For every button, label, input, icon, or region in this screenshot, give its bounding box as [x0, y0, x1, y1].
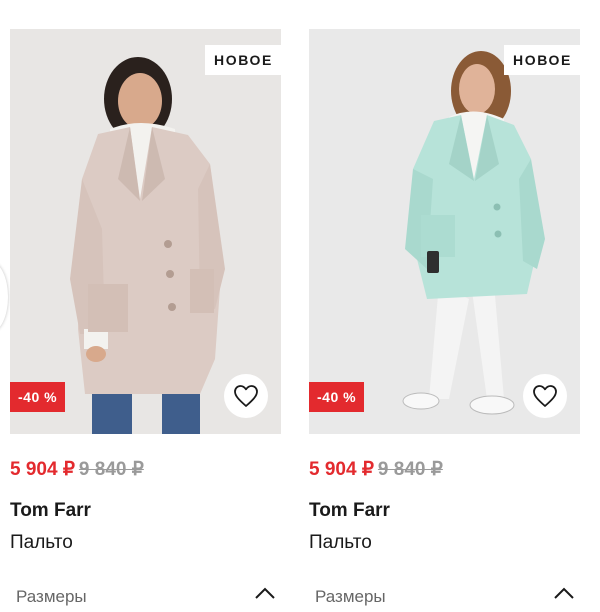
favorite-button[interactable]	[523, 374, 567, 418]
brand-name[interactable]: Tom Farr	[309, 500, 580, 524]
sizes-label: Размеры	[315, 587, 386, 606]
sizes-toggle[interactable]: Размеры	[10, 585, 281, 609]
product-image	[309, 29, 580, 434]
heart-icon	[533, 385, 557, 407]
current-price: 5 904 ₽	[309, 459, 374, 480]
badge-new: НОВОЕ	[504, 45, 580, 75]
product-image	[10, 29, 281, 434]
heart-icon	[234, 385, 258, 407]
discount-badge: -40 %	[10, 382, 66, 412]
old-price: 9 840 ₽	[78, 459, 144, 480]
chevron-up-icon[interactable]	[253, 585, 277, 601]
carousel-prev-arrow[interactable]	[0, 262, 8, 332]
product-card[interactable]: НОВОЕ -40 % 5 904 ₽9 840 ₽ Tom Farr Паль…	[10, 29, 281, 609]
discount-badge: -40 %	[309, 382, 365, 412]
product-type[interactable]: Пальто	[309, 532, 580, 556]
product-type[interactable]: Пальто	[10, 532, 281, 556]
sizes-toggle[interactable]: Размеры	[309, 585, 580, 609]
brand-name[interactable]: Tom Farr	[10, 500, 281, 524]
product-card[interactable]: НОВОЕ -40 % 5 904 ₽9 840 ₽ Tom Farr Паль…	[309, 29, 580, 609]
old-price: 9 840 ₽	[377, 459, 443, 480]
favorite-button[interactable]	[224, 374, 268, 418]
sizes-label: Размеры	[16, 587, 87, 606]
price-row: 5 904 ₽9 840 ₽	[10, 458, 281, 482]
product-photo[interactable]: НОВОЕ -40 %	[309, 29, 580, 434]
price-row: 5 904 ₽9 840 ₽	[309, 458, 580, 482]
current-price: 5 904 ₽	[10, 459, 75, 480]
product-photo[interactable]: НОВОЕ -40 %	[10, 29, 281, 434]
badge-new: НОВОЕ	[205, 45, 281, 75]
product-grid: НОВОЕ -40 % 5 904 ₽9 840 ₽ Tom Farr Паль…	[0, 0, 600, 612]
chevron-up-icon[interactable]	[552, 585, 576, 601]
